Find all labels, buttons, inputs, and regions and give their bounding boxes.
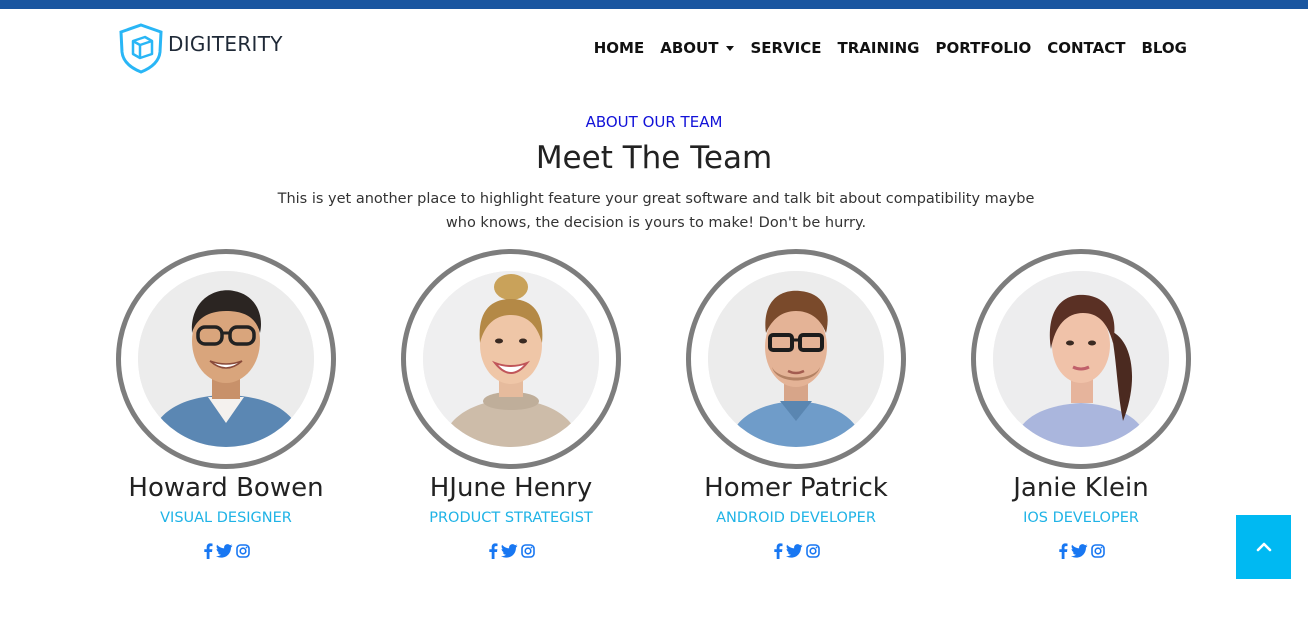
nav-home-label: HOME <box>593 39 645 57</box>
section-description: This is yet another place to highlight f… <box>277 191 1035 231</box>
instagram-icon[interactable] <box>235 544 250 558</box>
team-card: Janie Klein IOS DEVELOPER <box>961 249 1201 559</box>
facebook-icon[interactable] <box>203 543 213 559</box>
nav-service-label: SERVICE <box>750 39 822 57</box>
man-with-glasses-photo-icon <box>138 271 314 447</box>
facebook-icon[interactable] <box>773 543 783 559</box>
nav-training[interactable]: TRAINING <box>838 39 920 57</box>
nav-blog[interactable]: BLOG <box>1141 39 1187 57</box>
twitter-icon[interactable] <box>1070 544 1088 558</box>
brand-logo[interactable]: DIGITERITY <box>116 22 283 74</box>
avatar-ring <box>116 249 336 469</box>
avatar <box>138 271 314 447</box>
member-role: IOS DEVELOPER <box>1023 510 1139 526</box>
avatar-ring <box>401 249 621 469</box>
nav-blog-label: BLOG <box>1141 39 1187 57</box>
caret-down-icon <box>726 46 735 51</box>
team-card: HJune Henry PRODUCT STRATEGIST <box>391 249 631 559</box>
top-accent-bar <box>0 0 1308 9</box>
nav-about-label: ABOUT <box>660 39 719 57</box>
woman-bun-photo-icon <box>423 271 599 447</box>
member-name: HJune Henry <box>429 473 593 503</box>
twitter-icon[interactable] <box>215 544 233 558</box>
avatar <box>708 271 884 447</box>
man-glasses-beard-photo-icon <box>708 271 884 447</box>
nav-training-label: TRAINING <box>837 39 920 57</box>
member-role: VISUAL DESIGNER <box>160 510 292 526</box>
nav-service[interactable]: SERVICE <box>750 39 821 57</box>
nav-portfolio[interactable]: PORTFOLIO <box>935 39 1031 57</box>
nav-home[interactable]: HOME <box>594 39 644 57</box>
team-card: Howard Bowen VISUAL DESIGNER <box>106 249 346 559</box>
nav-about[interactable]: ABOUT <box>660 39 735 57</box>
chevron-up-icon <box>1256 542 1271 552</box>
brand-name: DIGITERITY <box>168 32 283 56</box>
nav-contact[interactable]: CONTACT <box>1047 39 1125 57</box>
twitter-icon[interactable] <box>500 544 518 558</box>
avatar-ring <box>971 249 1191 469</box>
cube-shield-logo-icon <box>119 23 163 74</box>
social-links <box>676 543 916 559</box>
avatar-ring <box>686 249 906 469</box>
scroll-to-top-button[interactable] <box>1236 515 1291 579</box>
nav-portfolio-label: PORTFOLIO <box>935 39 1032 57</box>
avatar <box>993 271 1169 447</box>
main-nav: HOME ABOUT SERVICE TRAINING PORTFOLIO CO… <box>578 39 1187 57</box>
facebook-icon[interactable] <box>1058 543 1068 559</box>
facebook-icon[interactable] <box>488 543 498 559</box>
member-role: PRODUCT STRATEGIST <box>429 510 593 526</box>
member-name: Homer Patrick <box>704 473 888 503</box>
nav-contact-label: CONTACT <box>1047 39 1126 57</box>
instagram-icon[interactable] <box>805 544 820 558</box>
avatar <box>423 271 599 447</box>
social-links <box>961 543 1201 559</box>
woman-ponytail-photo-icon <box>993 271 1169 447</box>
twitter-icon[interactable] <box>785 544 803 558</box>
section-eyebrow: ABOUT OUR TEAM <box>585 113 723 131</box>
team-card: Homer Patrick ANDROID DEVELOPER <box>676 249 916 559</box>
member-role: ANDROID DEVELOPER <box>716 510 876 526</box>
instagram-icon[interactable] <box>1090 544 1105 558</box>
member-name: Howard Bowen <box>128 473 324 503</box>
instagram-icon[interactable] <box>520 544 535 558</box>
social-links <box>391 543 631 559</box>
section-title: Meet The Team <box>535 140 773 176</box>
social-links <box>106 543 346 559</box>
member-name: Janie Klein <box>1013 473 1149 503</box>
